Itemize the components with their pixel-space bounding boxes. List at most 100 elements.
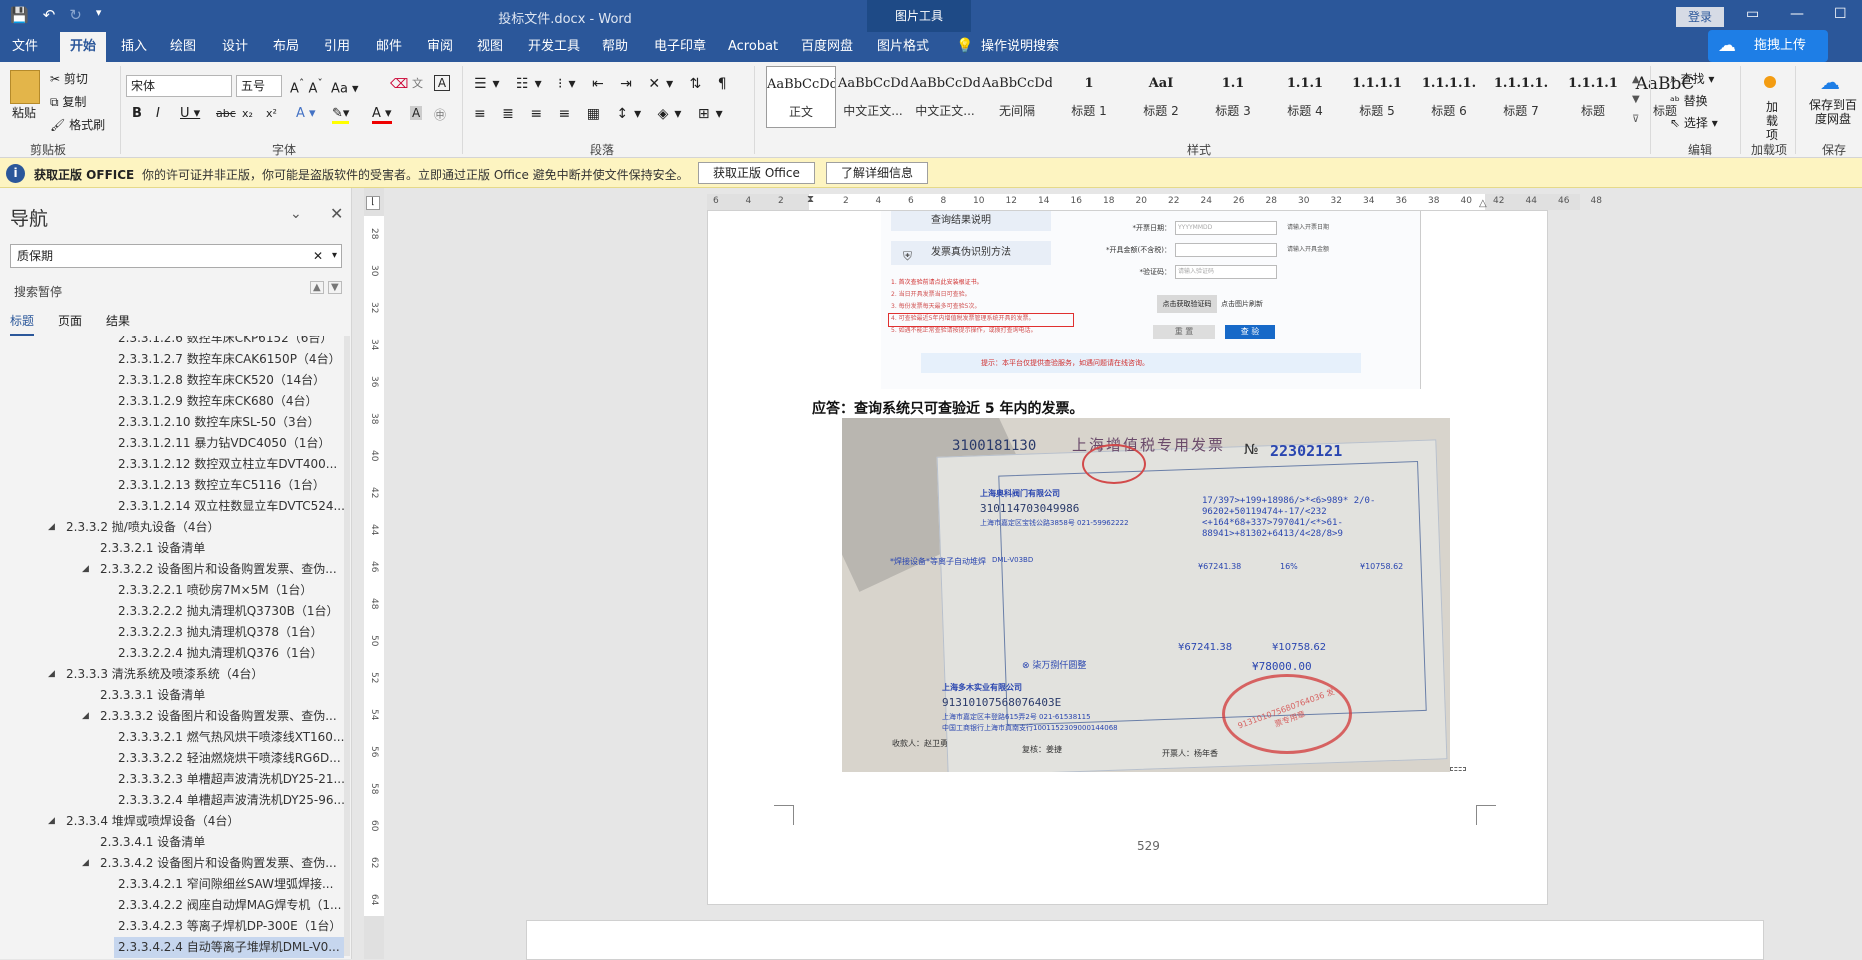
ribbon-display-icon[interactable]: ▭: [1746, 6, 1759, 22]
nav-heading-item[interactable]: 2.3.3.2.2.3 抛丸清理机Q378（1台）: [114, 622, 327, 643]
tab-design[interactable]: 设计: [212, 32, 258, 62]
indent-marker-icon[interactable]: ⧗: [807, 194, 814, 205]
nav-heading-item[interactable]: 2.3.3.3.2 设备图片和设备购置发票、查伪...: [96, 706, 341, 727]
baidu-cloud-icon[interactable]: ☁: [1820, 70, 1840, 94]
text-effects-icon[interactable]: A ▾: [296, 106, 316, 121]
nav-heading-item[interactable]: 2.3.3.4.2 设备图片和设备购置发票、查伪...: [96, 853, 341, 874]
tab-home[interactable]: 开始: [60, 32, 107, 62]
bold-icon[interactable]: B: [132, 106, 142, 121]
nav-heading-item[interactable]: 2.3.3.4.2.3 等离子焊机DP-300E（1台）: [114, 916, 345, 937]
format-painter-button[interactable]: 🖌 格式刷: [50, 116, 105, 133]
style-1[interactable]: AaBbCcDd 中文正文...: [838, 66, 908, 128]
style-7[interactable]: 1.1.1 标题 4: [1270, 66, 1340, 128]
tab-review[interactable]: 审阅: [417, 32, 463, 62]
nav-heading-item[interactable]: 2.3.3.1.2.8 数控车床CK520（14台）: [114, 370, 329, 391]
style-0[interactable]: AaBbCcDdE 正文: [766, 66, 836, 128]
nav-heading-item[interactable]: 2.3.3.3.2.1 燃气热风烘干喷漆线XT160...: [114, 727, 348, 748]
nav-heading-item[interactable]: 2.3.3.3 清洗系统及喷漆系统（4台）: [62, 664, 267, 685]
login-button[interactable]: 登录: [1676, 7, 1724, 27]
nav-heading-item[interactable]: 2.3.3.2 抛/喷丸设备（4台）: [62, 517, 223, 538]
tab-references[interactable]: 引用: [314, 32, 360, 62]
strikethrough-icon[interactable]: abc: [216, 107, 236, 120]
style-4[interactable]: 1 标题 1: [1054, 66, 1124, 128]
styles-scroll-icon[interactable]: ▲ ▼ ⊽: [1632, 70, 1640, 130]
collapse-caret-icon[interactable]: ◢: [82, 559, 89, 580]
cut-button[interactable]: ✂ 剪切: [50, 70, 88, 87]
nav-tab-pages[interactable]: 页面: [58, 312, 82, 336]
align-buttons-row[interactable]: ≡ ≣ ≡ ≡ ▦ ↕▾ ◈▾ ⊞▾: [474, 106, 729, 122]
verification-site-screenshot[interactable]: 查询结果说明 ⛨ 发票真伪识别方法 1. 首次查验前请点此安装根证书。 2. 当日…: [881, 211, 1421, 389]
phonetic-guide-icon[interactable]: 文: [412, 75, 423, 91]
tab-mailings[interactable]: 邮件: [366, 32, 412, 62]
nav-heading-item[interactable]: 2.3.3.1.2.6 数控车床CKP6152（6台）: [114, 336, 336, 349]
nav-heading-item[interactable]: 2.3.3.3.2.4 单槽超声波清洗机DY25-96...: [114, 790, 349, 811]
style-5[interactable]: AaI 标题 2: [1126, 66, 1196, 128]
underline-icon[interactable]: U ▾: [180, 106, 200, 121]
collapse-caret-icon[interactable]: ◢: [82, 853, 89, 874]
nav-heading-item[interactable]: 2.3.3.2.2.1 喷砂房7M×5M（1台）: [114, 580, 316, 601]
nav-heading-item[interactable]: 2.3.3.4.2.4 自动等离子堆焊机DML-V0...: [114, 937, 344, 958]
style-3[interactable]: AaBbCcDdI 无间隔: [982, 66, 1052, 128]
tab-draw[interactable]: 绘图: [160, 32, 206, 62]
nav-heading-item[interactable]: 2.3.3.2.1 设备清单: [96, 538, 209, 559]
find-button[interactable]: ⌕ 查找 ▾: [1670, 70, 1714, 87]
nav-heading-item[interactable]: 2.3.3.3.1 设备清单: [96, 685, 209, 706]
answer-text[interactable]: 应答：查询系统只可查验近 5 年内的发票。: [812, 398, 1084, 418]
tab-file[interactable]: 文件: [2, 32, 48, 62]
nav-heading-item[interactable]: 2.3.3.1.2.12 数控双立柱立车DVT400...: [114, 454, 341, 475]
subscript-icon[interactable]: x₂: [242, 107, 253, 120]
next-result-icon[interactable]: ▼: [328, 281, 342, 294]
nav-search-input[interactable]: 质保期 ✕ ▾: [10, 244, 342, 268]
style-10[interactable]: 1.1.1.1. 标题 7: [1486, 66, 1556, 128]
font-color-icon[interactable]: A ▾: [372, 106, 392, 124]
style-9[interactable]: 1.1.1.1. 标题 6: [1414, 66, 1484, 128]
paste-button[interactable]: 粘贴: [12, 104, 36, 121]
nav-heading-item[interactable]: 2.3.3.2.2 设备图片和设备购置发票、查伪...: [96, 559, 341, 580]
addins-icon[interactable]: [1764, 76, 1776, 88]
minimize-icon[interactable]: —: [1790, 6, 1804, 22]
invoice-photo[interactable]: 3100181130 上海增值税专用发票 № 22302121 上海奥科阀门有限…: [842, 418, 1450, 772]
superscript-icon[interactable]: x²: [266, 107, 277, 120]
nav-scrollbar[interactable]: [344, 336, 350, 956]
search-options-icon[interactable]: ▾: [332, 245, 337, 267]
tab-insert[interactable]: 插入: [111, 32, 157, 62]
char-shading-icon[interactable]: A: [410, 106, 423, 120]
collapse-caret-icon[interactable]: ◢: [48, 517, 55, 538]
char-border-icon[interactable]: A: [434, 75, 450, 91]
nav-heading-item[interactable]: 2.3.3.4 堆焊或喷焊设备（4台）: [62, 811, 243, 832]
tab-picture-format[interactable]: 图片格式: [867, 32, 939, 62]
tab-stop-selector[interactable]: ⌊: [366, 196, 380, 210]
tab-layout[interactable]: 布局: [263, 32, 309, 62]
collapse-caret-icon[interactable]: ◢: [48, 664, 55, 685]
drag-upload-button[interactable]: ☁ 拖拽上传: [1708, 30, 1828, 62]
image-anchor-handle[interactable]: [1450, 767, 1466, 771]
grow-font-icon[interactable]: Aˆ Aˇ Aa ▾: [290, 77, 359, 96]
get-genuine-button[interactable]: 获取正版 Office: [698, 162, 815, 184]
tab-help[interactable]: 帮助: [592, 32, 638, 62]
paste-icon[interactable]: [10, 70, 40, 104]
clear-format-icon[interactable]: ⌫: [390, 77, 408, 92]
addins-button[interactable]: 加载项: [1762, 100, 1782, 142]
tab-baidu-netdisk[interactable]: 百度网盘: [791, 32, 863, 62]
enclose-char-icon[interactable]: ㊥: [434, 106, 446, 123]
document-page[interactable]: 查询结果说明 ⛨ 发票真伪识别方法 1. 首次查验前请点此安装根证书。 2. 当日…: [707, 210, 1548, 905]
nav-heading-item[interactable]: 2.3.3.1.2.7 数控车床CAK6150P（4台）: [114, 349, 345, 370]
nav-heading-item[interactable]: 2.3.3.4.2.1 窄间隙细丝SAW埋弧焊接...: [114, 874, 337, 895]
copy-button[interactable]: ⧉ 复制: [50, 93, 86, 110]
nav-heading-item[interactable]: 2.3.3.2.2.4 抛丸清理机Q376（1台）: [114, 643, 327, 664]
highlight-icon[interactable]: ✎▾: [332, 106, 350, 124]
next-page[interactable]: [526, 920, 1764, 960]
style-8[interactable]: 1.1.1.1 标题 5: [1342, 66, 1412, 128]
tab-e-seal[interactable]: 电子印章: [644, 32, 716, 62]
nav-heading-item[interactable]: 2.3.3.1.2.10 数控车床SL-50（3台）: [114, 412, 324, 433]
style-6[interactable]: 1.1 标题 3: [1198, 66, 1268, 128]
nav-heading-item[interactable]: 2.3.3.4.1 设备清单: [96, 832, 209, 853]
learn-more-button[interactable]: 了解详细信息: [826, 162, 929, 184]
style-2[interactable]: AaBbCcDd 中文正文...: [910, 66, 980, 128]
nav-heading-item[interactable]: 2.3.3.1.2.11 暴力钻VDC4050（1台）: [114, 433, 334, 454]
nav-heading-item[interactable]: 2.3.3.1.2.13 数控立车C5116（1台）: [114, 475, 329, 496]
collapse-caret-icon[interactable]: ◢: [82, 706, 89, 727]
close-icon[interactable]: ✕: [330, 204, 343, 223]
previous-result-icon[interactable]: ▲: [310, 281, 324, 294]
tab-acrobat[interactable]: Acrobat: [718, 32, 788, 62]
